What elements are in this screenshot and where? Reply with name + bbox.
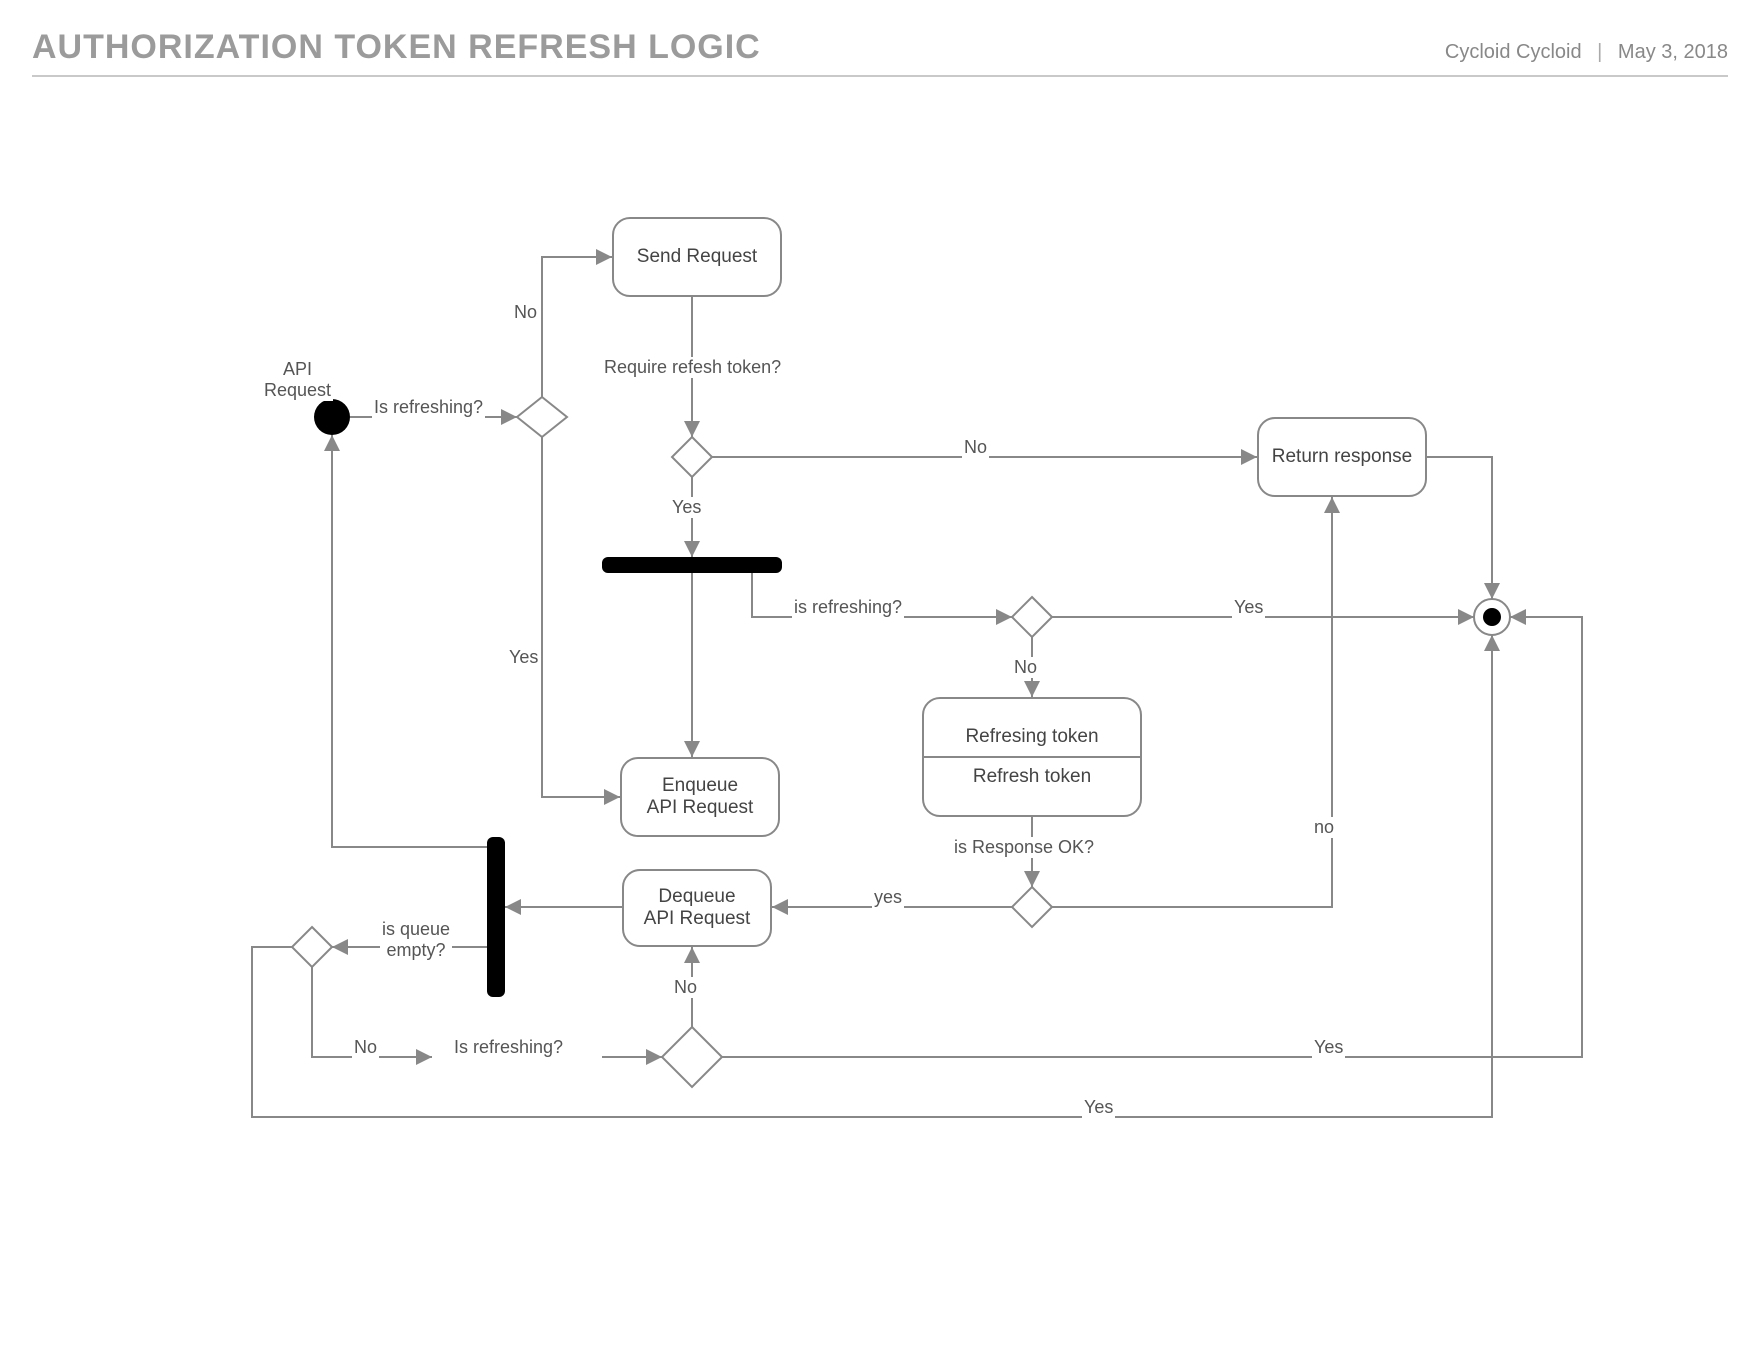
join-bar-icon [487,837,505,997]
edge-label-yes-2: Yes [670,497,703,518]
end-node-icon [1474,599,1510,635]
decision-is-refreshing-3-icon [662,1027,722,1087]
node-return-response: Return response [1257,417,1427,497]
node-refreshing-token: Refresing token Refresh token [922,697,1142,817]
edge-label-no-5: No [672,977,699,998]
start-node-icon [314,399,350,435]
node-dequeue-text: Dequeue API Request [644,886,751,930]
node-refreshing-body: Refresh token [924,758,1140,796]
page-header: AUTHORIZATION TOKEN REFRESH LOGIC Cycloi… [32,28,1728,77]
node-refreshing-header: Refresing token [924,718,1140,758]
edge-label-yes-3: Yes [1232,597,1265,618]
start-label: API Request [262,359,333,401]
page-title: AUTHORIZATION TOKEN REFRESH LOGIC [32,28,761,67]
meta-separator: | [1597,41,1602,63]
edge-label-no-4: No [352,1037,379,1058]
node-enqueue-text: Enqueue API Request [647,775,754,819]
connectors-svg [32,117,1728,1217]
author-text: Cycloid Cycloid [1445,41,1582,63]
edge-label-require-refresh: Require refesh token? [602,357,783,378]
edge-label-no-2: No [962,437,989,458]
date-text: May 3, 2018 [1618,41,1728,63]
decision-is-refreshing-2-icon [1012,597,1052,637]
decision-response-ok-icon [1012,887,1052,927]
edge-label-is-refreshing-1: Is refreshing? [372,397,485,418]
fork-bar-icon [602,557,782,573]
diagram-canvas: API Request Is refreshing? No Yes Requir… [32,117,1728,1217]
node-return-response-text: Return response [1272,446,1412,468]
edge-label-no-1: No [512,302,539,323]
decision-require-refresh-icon [672,437,712,477]
edge-label-is-response-ok: is Response OK? [952,837,1096,858]
node-enqueue: Enqueue API Request [620,757,780,837]
edge-label-is-refreshing-2: is refreshing? [792,597,904,618]
edge-label-no-3: No [1012,657,1039,678]
node-send-request-text: Send Request [637,246,757,268]
node-send-request: Send Request [612,217,782,297]
decision-is-refreshing-1-icon [517,397,567,437]
page-meta: Cycloid Cycloid | May 3, 2018 [1445,41,1728,64]
edge-label-yes-1: Yes [507,647,540,668]
decision-queue-empty-icon [292,927,332,967]
edge-label-no-lower: no [1312,817,1336,838]
edge-label-yes-5: Yes [1082,1097,1115,1118]
edge-label-yes-4: Yes [1312,1037,1345,1058]
edge-label-yes-lower: yes [872,887,904,908]
edge-label-queue-empty: is queue empty? [380,919,452,961]
node-dequeue: Dequeue API Request [622,869,772,947]
edge-label-is-refreshing-3: Is refreshing? [452,1037,565,1058]
